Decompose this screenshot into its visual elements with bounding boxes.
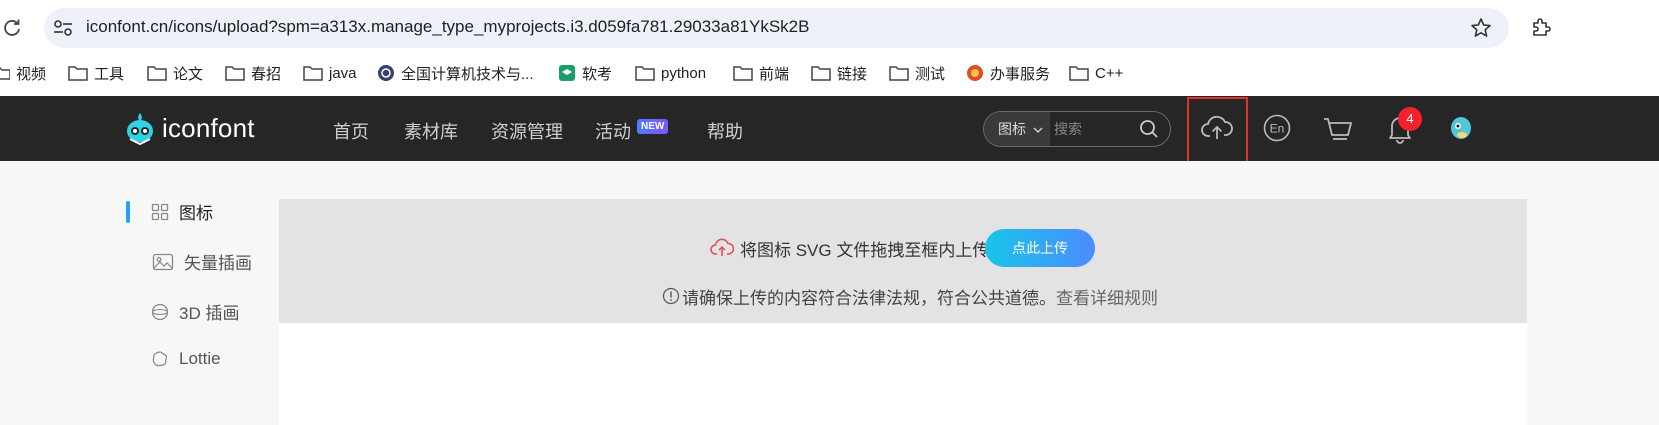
bookmark-spring-recruit[interactable]: 春招 (225, 62, 281, 84)
bookmark-ncre[interactable]: 全国计算机技术与... (377, 62, 534, 84)
upload-highlight-box (1187, 97, 1248, 171)
extensions-icon[interactable] (1530, 16, 1552, 38)
logo[interactable]: iconfont (122, 110, 255, 146)
cart-icon[interactable] (1321, 111, 1355, 145)
lottie-icon (152, 351, 168, 367)
bookmark-java[interactable]: java (303, 62, 357, 84)
folder-icon (225, 66, 245, 81)
upload-cloud-icon (710, 238, 734, 256)
bookmark-testing[interactable]: 测试 (889, 62, 945, 84)
folder-icon (0, 67, 10, 80)
nav-help[interactable]: 帮助 (707, 118, 743, 144)
bookmark-papers[interactable]: 论文 (147, 62, 203, 84)
folder-icon (733, 66, 753, 81)
search-type-dropdown[interactable]: 图标 (984, 112, 1050, 146)
url-text[interactable]: iconfont.cn/icons/upload?spm=a313x.manag… (86, 17, 809, 37)
search-input[interactable] (1054, 112, 1134, 146)
upload-list-area (279, 323, 1527, 425)
folder-icon (147, 66, 167, 81)
site-logo-icon (967, 65, 983, 81)
site-logo-icon (378, 65, 394, 81)
sidebar-active-indicator (126, 201, 130, 223)
rule-notice: 请确保上传的内容符合法律法规，符合公共道德。 查看详细规则 (662, 284, 1158, 309)
info-circle-icon (662, 287, 680, 305)
folder-icon (68, 66, 88, 81)
new-badge: NEW (637, 119, 669, 134)
folder-icon (889, 66, 909, 81)
iconfont-logo-icon (127, 113, 153, 146)
nav-resources[interactable]: 资源管理 (491, 118, 563, 144)
folder-icon (303, 66, 323, 81)
svg-text:En: En (1270, 122, 1285, 136)
drop-instruction: 将图标 SVG 文件拖拽至框内上传 (710, 237, 989, 260)
image-icon (152, 253, 174, 270)
folder-icon (811, 66, 831, 81)
browser-toolbar: iconfont.cn/icons/upload?spm=a313x.manag… (0, 0, 1659, 56)
notification-badge: 4 (1398, 107, 1422, 131)
folder-icon (1069, 66, 1089, 81)
bookmark-python[interactable]: python (635, 62, 706, 84)
site-settings-icon[interactable] (52, 18, 74, 38)
bookmark-services[interactable]: 办事服务 (966, 62, 1050, 84)
nav-activities[interactable]: 活动 (595, 118, 631, 144)
reload-icon[interactable] (2, 17, 22, 37)
bookmark-star-icon[interactable] (1470, 17, 1492, 39)
bookmark-tools[interactable]: 工具 (68, 62, 124, 84)
folder-icon (635, 66, 655, 81)
bookmark-cpp[interactable]: C++ (1069, 62, 1123, 84)
logo-text: iconfont (162, 112, 255, 143)
nav-library[interactable]: 素材库 (404, 118, 458, 144)
sidebar-item-icons[interactable]: 图标 (151, 199, 213, 224)
bookmark-videos[interactable]: 视频 (0, 62, 46, 84)
grid-icon (151, 203, 169, 220)
nav-home[interactable]: 首页 (333, 118, 369, 144)
bookmarks-bar: 视频 工具 论文 春招 java 全国计算机技术与... 软考 python 前… (0, 56, 1659, 92)
site-logo-icon (559, 65, 575, 81)
sidebar-item-illustrations[interactable]: 矢量插画 (152, 249, 252, 274)
sidebar-item-lottie[interactable]: Lottie (151, 349, 221, 369)
bookmark-ruankao[interactable]: 软考 (558, 62, 612, 84)
search-icon[interactable] (1139, 119, 1159, 139)
bookmark-links[interactable]: 链接 (811, 62, 867, 84)
sidebar-item-3d[interactable]: 3D 插画 (151, 299, 239, 324)
rule-details-link[interactable]: 查看详细规则 (1056, 284, 1158, 309)
search-box: 图标 (983, 111, 1171, 147)
chevron-down-icon (1033, 127, 1043, 134)
sphere-icon (151, 303, 169, 320)
upload-button[interactable]: 点此上传 (985, 229, 1095, 267)
bookmark-frontend[interactable]: 前端 (733, 62, 789, 84)
user-avatar-icon[interactable] (1444, 111, 1478, 145)
language-en-icon[interactable]: En (1260, 111, 1294, 145)
